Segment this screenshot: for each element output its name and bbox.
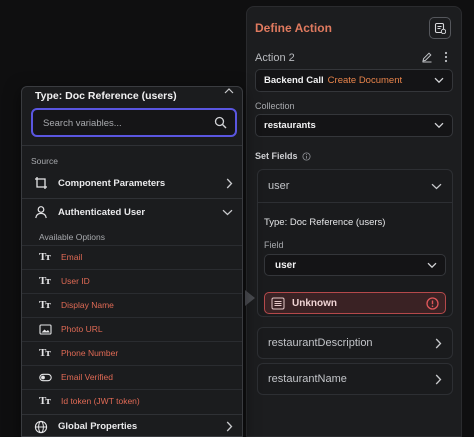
image-icon bbox=[39, 324, 52, 335]
warning-icon bbox=[426, 297, 439, 310]
option-phone-number[interactable]: Tт Phone Number bbox=[22, 341, 242, 365]
field-name: restaurantName bbox=[268, 373, 347, 385]
option-label: Photo URL bbox=[61, 324, 103, 334]
collection-label: Collection bbox=[255, 101, 295, 111]
option-id-token[interactable]: Tт Id token (JWT token) bbox=[22, 389, 242, 413]
picker-title: Type: Doc Reference (users) bbox=[35, 90, 177, 102]
set-fields-heading: Set Fields bbox=[255, 151, 311, 161]
field-value: user bbox=[275, 260, 297, 271]
note-add-icon bbox=[434, 22, 446, 34]
field-card-restaurant-name[interactable]: restaurantName bbox=[257, 363, 453, 395]
divider bbox=[22, 145, 242, 146]
collection-value: restaurants bbox=[264, 120, 316, 131]
value-source-unknown[interactable]: Unknown bbox=[264, 292, 446, 314]
option-label: Email bbox=[61, 252, 83, 262]
option-email-verified[interactable]: Email Verified bbox=[22, 365, 242, 389]
unknown-label: Unknown bbox=[292, 297, 337, 309]
backend-call-dropdown[interactable]: Backend Call Create Document bbox=[255, 69, 453, 92]
set-fields-label: Set Fields bbox=[255, 151, 298, 161]
popover-pointer-icon bbox=[245, 290, 255, 306]
chevron-right-icon bbox=[226, 178, 233, 188]
field-label: Field bbox=[264, 240, 284, 250]
option-email[interactable]: Tт Email bbox=[22, 245, 242, 269]
chevron-down-icon bbox=[427, 262, 437, 269]
user-icon bbox=[35, 206, 47, 219]
chevron-down-icon bbox=[431, 183, 442, 190]
text-type-icon: Tт bbox=[39, 347, 51, 359]
chevron-right-icon bbox=[435, 338, 442, 349]
chevron-down-icon bbox=[434, 77, 444, 84]
search-icon bbox=[214, 116, 227, 129]
search-box bbox=[31, 108, 237, 137]
field-value-dropdown[interactable]: user bbox=[264, 254, 446, 276]
globe-icon bbox=[34, 420, 48, 434]
option-label: Phone Number bbox=[61, 348, 119, 358]
option-label: Id token (JWT token) bbox=[61, 396, 140, 406]
action-type-value: Create Document bbox=[327, 75, 403, 86]
toggle-icon bbox=[39, 373, 52, 382]
text-type-icon: Tт bbox=[39, 251, 51, 263]
variable-picker-popup: Type: Doc Reference (users) Source Compo… bbox=[21, 86, 243, 437]
panel-title: Define Action bbox=[255, 21, 332, 35]
chevron-right-icon bbox=[226, 421, 233, 432]
section-component-parameters[interactable]: Component Parameters bbox=[22, 170, 242, 196]
option-label: Display Name bbox=[61, 300, 114, 310]
info-icon[interactable] bbox=[302, 151, 311, 161]
source-label: Source bbox=[31, 156, 58, 166]
section-authenticated-user[interactable]: Authenticated User bbox=[22, 199, 242, 225]
chevron-right-icon bbox=[435, 374, 442, 385]
add-note-button[interactable] bbox=[429, 17, 451, 39]
field-name: restaurantDescription bbox=[268, 337, 373, 349]
edit-icon[interactable] bbox=[421, 51, 433, 63]
field-card-restaurant-description[interactable]: restaurantDescription bbox=[257, 327, 453, 359]
variable-icon bbox=[271, 297, 285, 309]
crop-frame-icon bbox=[35, 177, 47, 189]
option-label: Email Verified bbox=[61, 372, 113, 382]
define-action-panel: Define Action Action 2 Backend Call Crea… bbox=[246, 6, 462, 437]
option-display-name[interactable]: Tт Display Name bbox=[22, 293, 242, 317]
text-type-icon: Tт bbox=[39, 299, 51, 311]
option-photo-url[interactable]: Photo URL bbox=[22, 317, 242, 341]
text-type-icon: Tт bbox=[39, 395, 51, 407]
option-user-id[interactable]: Tт User ID bbox=[22, 269, 242, 293]
available-options-label: Available Options bbox=[39, 232, 105, 242]
section-global-properties[interactable]: Global Properties bbox=[22, 414, 242, 436]
chevron-up-icon[interactable] bbox=[224, 87, 234, 95]
action-type-label: Backend Call bbox=[264, 75, 324, 86]
section-label: Authenticated User bbox=[58, 206, 146, 218]
more-vertical-icon[interactable] bbox=[443, 51, 449, 63]
field-type-text: Type: Doc Reference (users) bbox=[264, 217, 386, 228]
field-name: user bbox=[268, 180, 290, 192]
collection-dropdown[interactable]: restaurants bbox=[255, 114, 453, 137]
section-label: Component Parameters bbox=[58, 177, 166, 189]
section-label: Global Properties bbox=[58, 421, 138, 432]
option-label: User ID bbox=[61, 276, 90, 286]
text-type-icon: Tт bbox=[39, 275, 51, 287]
chevron-down-icon bbox=[434, 122, 444, 129]
field-card-header[interactable]: user bbox=[258, 170, 452, 203]
action-name: Action 2 bbox=[255, 52, 295, 64]
screen: Define Action Action 2 Backend Call Crea… bbox=[0, 0, 474, 437]
field-card-user: user Type: Doc Reference (users) Field u… bbox=[257, 169, 453, 317]
search-input[interactable] bbox=[43, 115, 208, 131]
chevron-down-icon bbox=[222, 209, 233, 215]
